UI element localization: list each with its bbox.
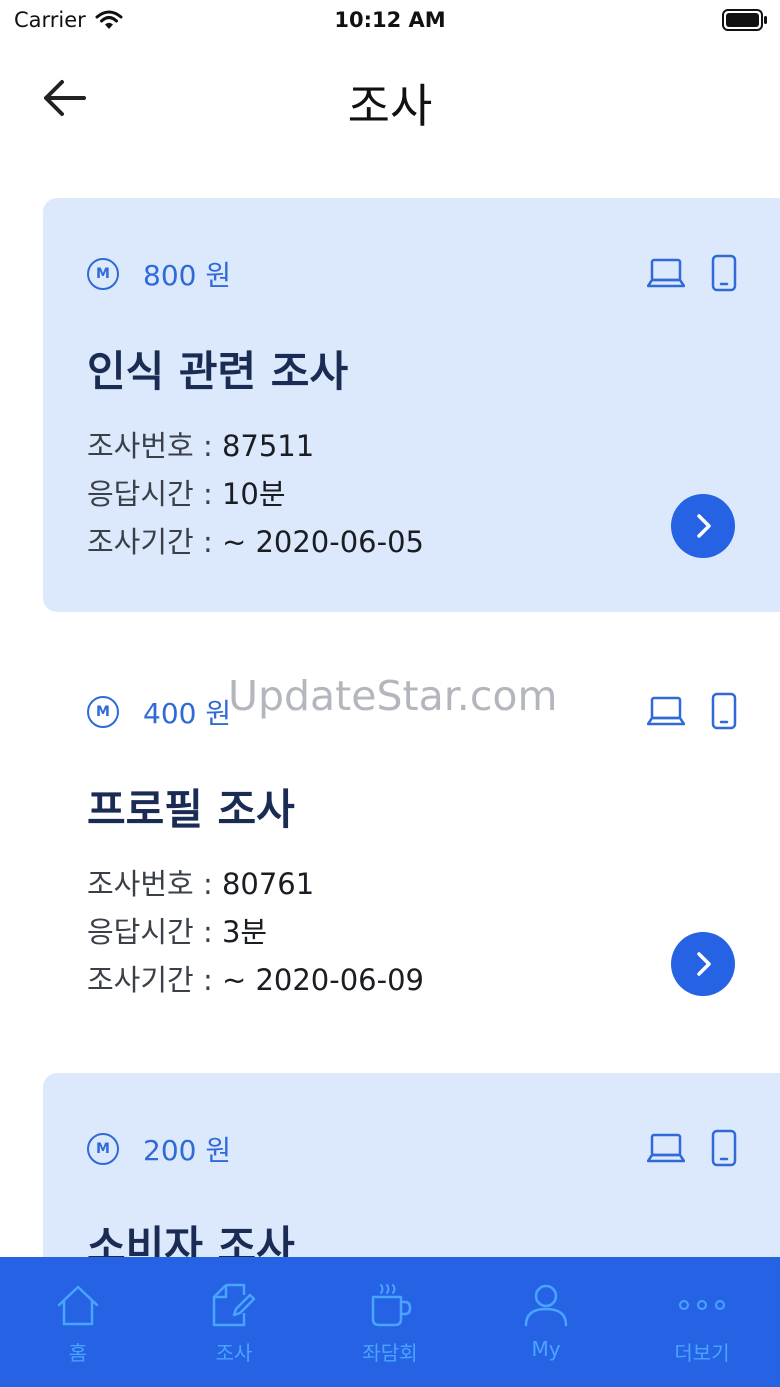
survey-no-label: 조사번호 : (87, 429, 222, 463)
survey-no: 80761 (221, 867, 315, 901)
reward: M 800 원 (87, 254, 231, 294)
reward-amount: 400 원 (143, 697, 232, 730)
status-bar: Carrier 10:12 AM (0, 0, 780, 40)
laptop-icon (647, 696, 685, 726)
m-coin-icon: M (87, 696, 119, 728)
watermark: UpdateStar.com (228, 672, 558, 720)
survey-no-label: 조사번호 : (87, 867, 222, 901)
chevron-right-icon (697, 952, 711, 976)
more-dots-icon (679, 1300, 725, 1310)
tab-label: My (531, 1337, 561, 1361)
chevron-right-icon (697, 514, 711, 538)
survey-title: 프로필 조사 (87, 785, 295, 834)
open-survey-button[interactable] (671, 932, 735, 996)
tab-focus-group[interactable]: 좌담회 (312, 1257, 468, 1387)
tab-label: 더보기 (674, 1341, 730, 1365)
reward-amount: 200 원 (143, 1134, 232, 1167)
period: ~ 2020-06-09 (221, 963, 424, 997)
open-survey-button[interactable] (671, 494, 735, 558)
device-icons (647, 1129, 737, 1167)
survey-title: 인식 관련 조사 (87, 347, 349, 396)
duration: 3분 (221, 915, 268, 949)
duration: 10분 (221, 477, 286, 511)
m-coin-icon: M (87, 1133, 119, 1165)
home-icon (57, 1285, 99, 1326)
m-coin-icon: M (87, 258, 119, 290)
survey-info: 조사번호 : 80761 응답시간 : 3분 조사기간 : ~ 2020-06-… (87, 860, 424, 1004)
tab-home[interactable]: 홈 (0, 1257, 156, 1387)
laptop-icon (647, 1133, 685, 1163)
battery-icon (722, 9, 768, 35)
survey-edit-icon (212, 1283, 256, 1327)
reward: M 400 원 (87, 692, 231, 732)
tab-my[interactable]: My (468, 1257, 624, 1387)
tab-label: 조사 (215, 1341, 253, 1365)
tab-bar: 홈 조사 좌담회 My 더보기 (0, 1257, 780, 1387)
tab-more[interactable]: 더보기 (624, 1257, 780, 1387)
nav-header: 조사 (0, 40, 780, 160)
clock: 10:12 AM (334, 8, 446, 32)
device-icons (647, 692, 737, 730)
device-icons (647, 254, 737, 292)
duration-label: 응답시간 : (87, 915, 222, 949)
laptop-icon (647, 258, 685, 288)
smartphone-icon (711, 1129, 737, 1167)
tab-label: 홈 (68, 1341, 88, 1365)
period-label: 조사기간 : (87, 525, 222, 559)
duration-label: 응답시간 : (87, 477, 222, 511)
survey-info: 조사번호 : 87511 응답시간 : 10분 조사기간 : ~ 2020-06… (87, 422, 424, 566)
period: ~ 2020-06-05 (221, 525, 424, 559)
reward: M 200 원 (87, 1129, 231, 1169)
period-label: 조사기간 : (87, 963, 222, 997)
smartphone-icon (711, 254, 737, 292)
reward-amount: 800 원 (143, 259, 232, 292)
survey-no: 87511 (221, 429, 315, 463)
page-title: 조사 (347, 79, 433, 133)
survey-card[interactable]: M 800 원 인식 관련 조사 조사번호 : 87511 응답시간 : 10분… (43, 198, 780, 612)
tab-survey[interactable]: 조사 (156, 1257, 312, 1387)
tab-label: 좌담회 (362, 1341, 418, 1365)
coffee-cup-icon (371, 1284, 412, 1327)
smartphone-icon (711, 692, 737, 730)
user-icon (524, 1284, 568, 1327)
